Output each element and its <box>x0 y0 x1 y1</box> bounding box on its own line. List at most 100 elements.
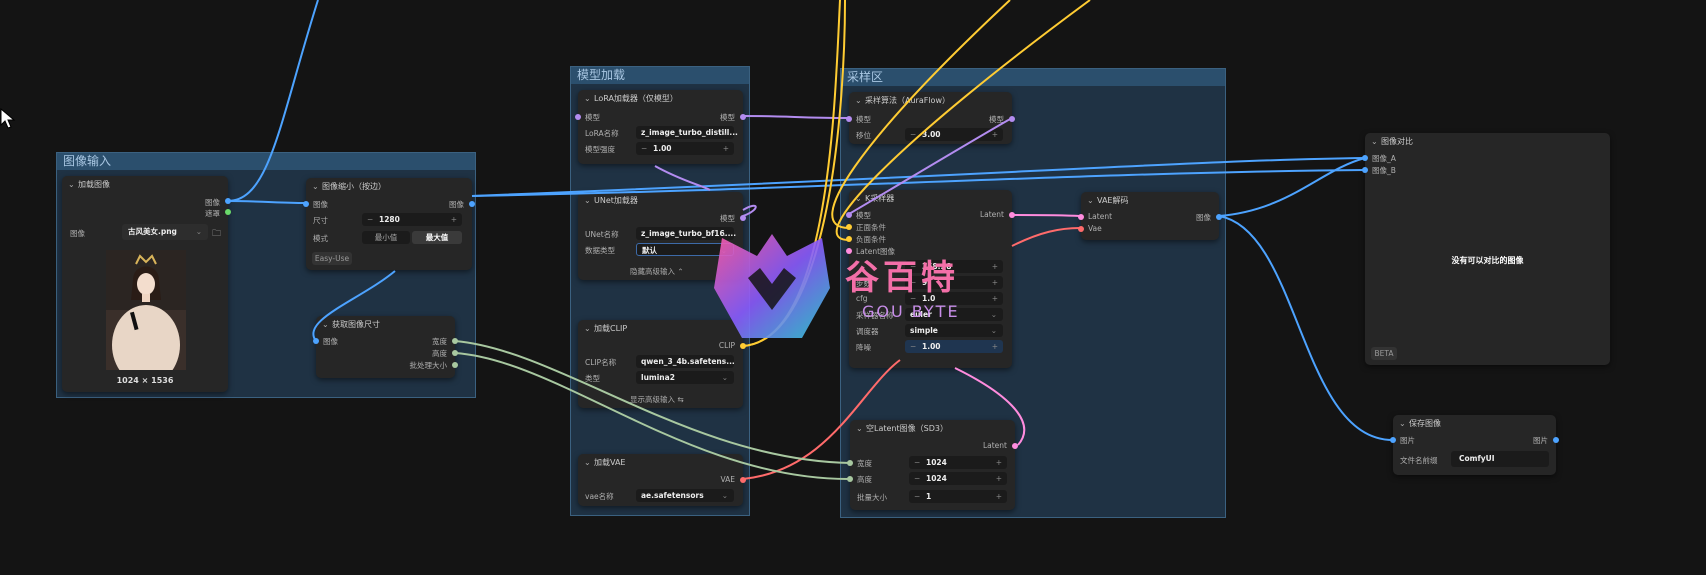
prefix-label: 文件名前缀 <box>1400 456 1438 465</box>
input-model-label: 模型 <box>856 115 871 124</box>
input-image-slot[interactable] <box>1390 437 1396 443</box>
chevron-down-icon: ⌄ <box>721 491 728 500</box>
clip-type-label: 类型 <box>585 374 600 383</box>
dtype-label: 数据类型 <box>585 246 615 255</box>
input-model-slot[interactable] <box>575 114 581 120</box>
output-width-slot[interactable] <box>452 338 458 344</box>
node-vae-decode[interactable]: ⌄ VAE解码 Latent Vae 图像 <box>1078 192 1222 240</box>
chevron-down-icon: ⌄ <box>721 357 728 366</box>
input-latent-label: Latent <box>1088 212 1113 221</box>
output-model-slot[interactable] <box>740 114 746 120</box>
width-stepper[interactable]: −1024 + <box>909 456 1007 469</box>
input-image-slot[interactable] <box>313 338 319 344</box>
group-title: 模型加载 <box>571 67 749 84</box>
mode-max-button[interactable]: 最大值 <box>412 231 462 244</box>
node-title: 加载图像 <box>78 180 110 189</box>
node-load-image[interactable]: ⌄ 加载图像 图像 遮罩 图像 古风美女.png ⌄ 🗀 1024 × 1536 <box>62 176 231 392</box>
output-image-slot[interactable] <box>469 201 475 207</box>
image-select[interactable]: 古风美女.png ⌄ <box>122 224 208 240</box>
input-image-b-slot[interactable] <box>1362 167 1368 173</box>
node-title: 加载VAE <box>594 458 626 467</box>
input-image-label: 图像 <box>313 200 328 209</box>
chevron-down-icon[interactable]: ⌄ <box>68 176 75 193</box>
node-empty-latent[interactable]: ⌄ 空Latent图像（SD3） Latent 宽度 −1024 + 高度 −102… <box>847 420 1018 510</box>
size-stepper[interactable]: −1280 + <box>362 213 462 226</box>
wire-image <box>1218 157 1366 217</box>
scheduler-select[interactable]: simple ⌄ <box>905 324 1003 337</box>
output-model-slot[interactable] <box>1009 116 1015 122</box>
chevron-down-icon[interactable]: ⌄ <box>584 192 591 209</box>
input-width-slot[interactable] <box>847 460 853 466</box>
node-title: 图像对比 <box>1381 137 1413 146</box>
output-model-label: 模型 <box>720 113 735 122</box>
input-vae-slot[interactable] <box>1078 226 1084 232</box>
input-positive-slot[interactable] <box>846 224 852 230</box>
show-advanced-toggle[interactable]: 显示高级输入 ⇆ <box>630 394 684 405</box>
input-latent-slot[interactable] <box>1078 214 1084 220</box>
chevron-down-icon: ⌄ <box>721 373 728 382</box>
output-vae-slot[interactable] <box>740 477 746 483</box>
chevron-down-icon: ⌄ <box>195 227 202 236</box>
node-auraflow-sampling[interactable]: ⌄ 采样算法（AuraFlow） 模型 模型 移位 −3.00 + <box>846 92 1015 144</box>
output-model-label: 模型 <box>989 115 1004 124</box>
vae-name-select[interactable]: ae.safetensors ⌄ <box>636 489 734 502</box>
output-image-slot[interactable] <box>225 198 231 204</box>
output-latent-label: Latent <box>979 210 1004 219</box>
node-vae-loader[interactable]: ⌄ 加载VAE VAE vae名称 ae.safetensors ⌄ <box>578 454 746 506</box>
node-save-image[interactable]: ⌄ 保存图像 图片 图片 文件名前缀 ComfyUI <box>1390 415 1559 475</box>
unet-name-label: UNet名称 <box>585 230 619 239</box>
chevron-down-icon[interactable]: ⌄ <box>1399 415 1406 432</box>
chevron-down-icon[interactable]: ⌄ <box>1371 133 1378 150</box>
mode-min-button[interactable]: 最小值 <box>362 231 410 244</box>
node-title: 加载CLIP <box>594 324 628 333</box>
output-image-slot[interactable] <box>1216 214 1222 220</box>
output-model-slot[interactable] <box>740 215 746 221</box>
height-stepper[interactable]: −1024 + <box>909 472 1007 485</box>
input-image-label: 图片 <box>1400 436 1415 445</box>
output-mask-slot[interactable] <box>225 209 231 215</box>
clip-type-select[interactable]: lumina2 ⌄ <box>636 371 734 384</box>
input-model-slot[interactable] <box>846 116 852 122</box>
output-batch-slot[interactable] <box>452 362 458 368</box>
input-vae-label: Vae <box>1088 224 1102 233</box>
output-latent-slot[interactable] <box>1012 443 1018 449</box>
hide-advanced-toggle[interactable]: 隐藏高级输入 ⌃ <box>630 266 684 277</box>
input-model-label: 模型 <box>856 211 871 220</box>
node-title: UNet加载器 <box>594 196 638 205</box>
strength-stepper[interactable]: −1.00 + <box>636 142 734 155</box>
node-image-resize[interactable]: ⌄ 图像缩小（按边） 图像 图像 尺寸 −1280 + 模式 最小值 最大值 Eas… <box>303 178 475 270</box>
chevron-down-icon[interactable]: ⌄ <box>856 420 863 437</box>
denoise-stepper[interactable]: −1.00 + <box>905 340 1003 353</box>
lora-name-select[interactable]: z_image_turbo_distill... ⌄ <box>636 126 738 139</box>
folder-upload-icon[interactable]: 🗀 <box>212 226 221 242</box>
clip-name-select[interactable]: qwen_3_4b.safetens... ⌄ <box>636 355 735 368</box>
filename-prefix-input[interactable]: ComfyUI <box>1451 451 1549 467</box>
chevron-down-icon[interactable]: ⌄ <box>855 92 862 109</box>
node-lora-loader[interactable]: ⌄ LoRA加载器（仅模型） 模型 模型 LoRA名称 z_image_turbo… <box>575 90 746 164</box>
chevron-down-icon[interactable]: ⌄ <box>1087 192 1094 209</box>
input-negative-slot[interactable] <box>846 236 852 242</box>
shift-stepper[interactable]: −3.00 + <box>905 128 1003 141</box>
chevron-down-icon[interactable]: ⌄ <box>584 320 591 337</box>
node-image-compare[interactable]: ⌄ 图像对比 图像_A 图像_B 没有可以对比的图像 BETA <box>1362 133 1610 365</box>
chevron-down-icon[interactable]: ⌄ <box>584 454 591 471</box>
chevron-down-icon[interactable]: ⌄ <box>322 316 329 333</box>
output-batch-label: 批处理大小 <box>409 361 448 370</box>
chevron-down-icon[interactable]: ⌄ <box>855 190 862 207</box>
node-title: VAE解码 <box>1097 196 1129 205</box>
output-image-slot[interactable] <box>1553 437 1559 443</box>
mode-label: 模式 <box>313 234 328 243</box>
output-latent-slot[interactable] <box>1009 212 1015 218</box>
chevron-down-icon[interactable]: ⌄ <box>584 90 591 107</box>
node-title: 获取图像尺寸 <box>332 320 380 329</box>
node-get-image-size[interactable]: ⌄ 获取图像尺寸 图像 宽度 高度 批处理大小 <box>313 316 458 378</box>
input-model-slot[interactable] <box>846 212 852 218</box>
input-height-slot[interactable] <box>847 476 853 482</box>
mouse-cursor-icon <box>0 107 16 132</box>
input-image-a-slot[interactable] <box>1362 155 1368 161</box>
input-image-slot[interactable] <box>303 201 309 207</box>
output-height-slot[interactable] <box>452 350 458 356</box>
chevron-down-icon[interactable]: ⌄ <box>312 178 319 195</box>
batch-stepper[interactable]: −1 + <box>909 490 1007 503</box>
input-model-label: 模型 <box>585 113 600 122</box>
